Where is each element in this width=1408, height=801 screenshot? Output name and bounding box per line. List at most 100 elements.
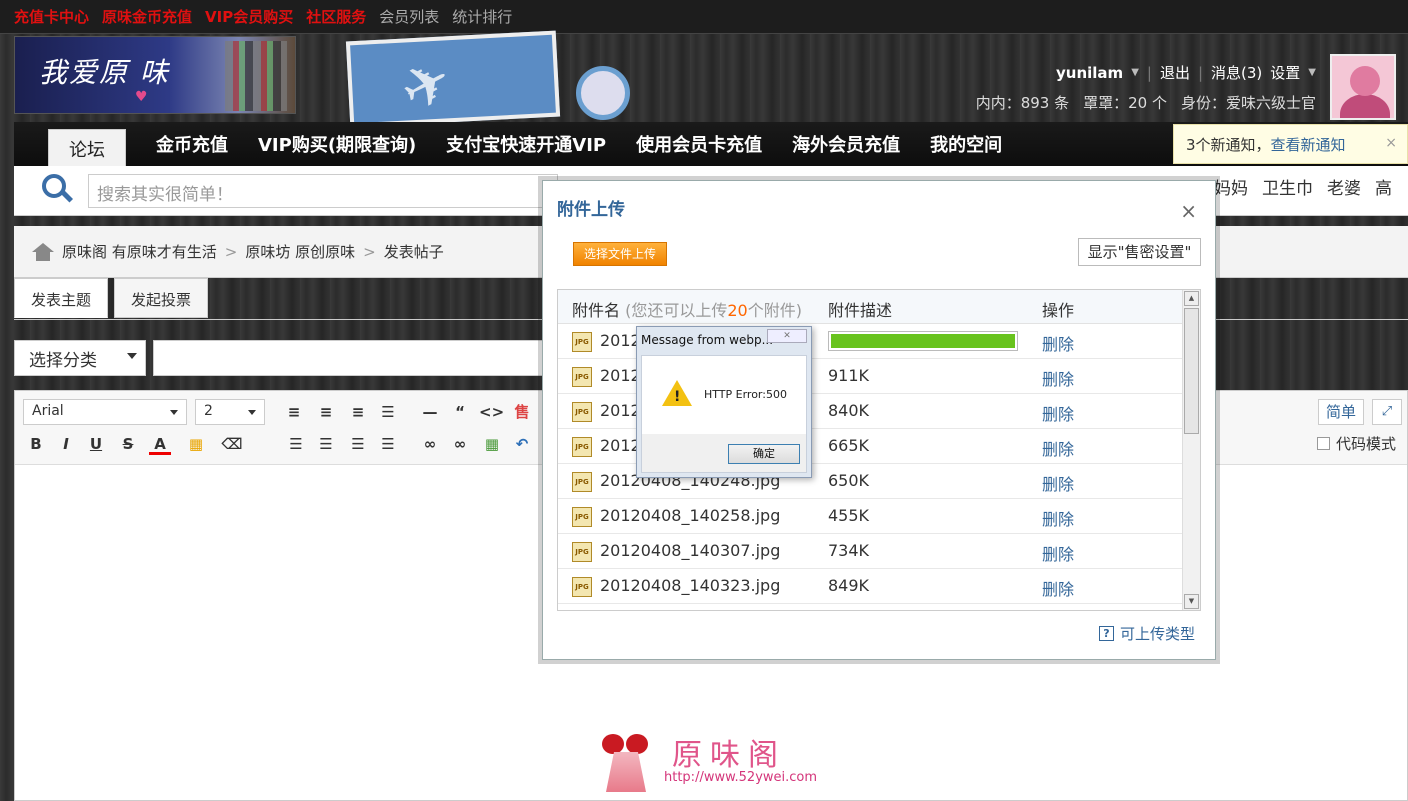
- nav-item-overseas[interactable]: 海外会员充值: [792, 131, 900, 157]
- allowed-types-link[interactable]: ? 可上传类型: [1099, 623, 1195, 644]
- clock-icon: [576, 66, 630, 120]
- avatar[interactable]: [1330, 54, 1396, 120]
- home-icon[interactable]: [32, 242, 54, 261]
- scroll-down-icon[interactable]: ▼: [1184, 594, 1199, 609]
- align-center-icon[interactable]: ≡: [315, 401, 337, 423]
- jpg-file-icon: JPG: [572, 542, 592, 562]
- nav-item-my-space[interactable]: 我的空间: [930, 131, 1002, 157]
- airplane-icon: ✈: [389, 43, 465, 127]
- topbar-link-vip-buy[interactable]: VIP会员购买: [205, 6, 293, 27]
- font-size-select[interactable]: 2: [195, 399, 265, 425]
- jpg-file-icon: JPG: [572, 367, 592, 387]
- delete-link[interactable]: 删除: [1042, 471, 1074, 495]
- search-icon[interactable]: [42, 174, 74, 204]
- unlink-icon[interactable]: ∞: [449, 433, 471, 455]
- fullscreen-icon[interactable]: ⤢: [1372, 399, 1402, 425]
- horizontal-rule-icon[interactable]: —: [419, 401, 441, 423]
- italic-icon[interactable]: I: [55, 433, 77, 455]
- topbar-link-community[interactable]: 社区服务: [306, 6, 366, 27]
- align-left-icon[interactable]: ≡: [283, 401, 305, 423]
- topbar-link-members[interactable]: 会员列表: [379, 6, 439, 27]
- attachment-scrollbar[interactable]: ▲ ▼: [1182, 290, 1200, 610]
- tab-new-poll[interactable]: 发起投票: [114, 278, 209, 318]
- indent-icon[interactable]: ☰: [377, 433, 399, 455]
- attachment-size: 840K: [828, 401, 870, 420]
- topbar-link-card-center[interactable]: 充值卡中心: [14, 6, 89, 27]
- outdent-icon[interactable]: ☰: [347, 433, 369, 455]
- delete-link[interactable]: 删除: [1042, 436, 1074, 460]
- quote-icon[interactable]: “: [449, 401, 471, 423]
- hot-word[interactable]: 高: [1375, 174, 1392, 199]
- strikethrough-icon[interactable]: S: [117, 433, 139, 455]
- delete-link[interactable]: 删除: [1042, 576, 1074, 600]
- site-logo[interactable]: 我爱原 味 ♥: [14, 36, 296, 114]
- attachment-size: 455K: [828, 506, 870, 525]
- upload-progress-bar: [828, 331, 1018, 351]
- tab-new-topic[interactable]: 发表主题: [14, 278, 109, 318]
- unordered-list-icon[interactable]: ☰: [315, 433, 337, 455]
- close-icon[interactable]: ×: [1180, 199, 1197, 223]
- display-sell-settings-button[interactable]: 显示"售密设置": [1078, 238, 1201, 266]
- ok-button[interactable]: 确定: [728, 444, 800, 464]
- delete-link[interactable]: 删除: [1042, 401, 1074, 425]
- hot-word[interactable]: 妈妈: [1214, 174, 1248, 199]
- username-link[interactable]: yunilam: [1056, 64, 1123, 82]
- nav-item-card-recharge[interactable]: 使用会员卡充值: [636, 131, 762, 157]
- logout-link[interactable]: 退出: [1160, 62, 1190, 83]
- simple-mode-button[interactable]: 简单: [1318, 399, 1364, 425]
- topbar-link-stats[interactable]: 统计排行: [452, 6, 512, 27]
- code-mode-label: 代码模式: [1336, 435, 1397, 453]
- attachment-name: 20120408_140323.jpg: [600, 576, 781, 595]
- sell-icon[interactable]: 售: [511, 401, 533, 423]
- attachment-size: 849K: [828, 576, 870, 595]
- settings-link[interactable]: 设置: [1270, 62, 1300, 83]
- nav-item-forum[interactable]: 论坛: [48, 129, 126, 166]
- jpg-file-icon: JPG: [572, 577, 592, 597]
- undo-icon[interactable]: ↶: [511, 433, 533, 455]
- delete-link[interactable]: 删除: [1042, 541, 1074, 565]
- notice-view-link[interactable]: 查看新通知: [1271, 134, 1346, 155]
- nav-item-alipay-vip[interactable]: 支付宝快速开通VIP: [446, 131, 606, 157]
- table-row: JPG 20120408_140258.jpg 455K 删除: [558, 499, 1182, 534]
- font-family-select[interactable]: Arial: [23, 399, 187, 425]
- scroll-thumb[interactable]: [1184, 308, 1199, 434]
- link-icon[interactable]: ∞: [419, 433, 441, 455]
- nav-item-coin-recharge[interactable]: 金币充值: [156, 131, 228, 157]
- help-icon: ?: [1099, 626, 1114, 641]
- select-file-upload-button[interactable]: 选择文件上传: [573, 242, 667, 266]
- background-color-icon[interactable]: ▦: [185, 433, 207, 455]
- table-icon[interactable]: ▦: [481, 433, 503, 455]
- close-icon[interactable]: ✕: [767, 329, 807, 343]
- title-input[interactable]: [153, 340, 553, 376]
- chevron-down-icon[interactable]: ▼: [1131, 67, 1139, 78]
- messages-link[interactable]: 消息(3): [1211, 62, 1262, 83]
- checkbox-icon[interactable]: [1317, 437, 1330, 450]
- watermark-url: http://www.52ywei.com: [664, 770, 818, 785]
- code-mode-toggle[interactable]: 代码模式: [1317, 433, 1396, 454]
- delete-link[interactable]: 删除: [1042, 331, 1074, 355]
- ordered-list-icon[interactable]: ☰: [285, 433, 307, 455]
- topbar-link-coin-recharge[interactable]: 原味金币充值: [102, 6, 192, 27]
- align-justify-icon[interactable]: ☰: [377, 401, 399, 423]
- breadcrumb-separator: >: [363, 242, 376, 261]
- category-select[interactable]: 选择分类: [14, 340, 146, 376]
- bold-icon[interactable]: B: [25, 433, 47, 455]
- code-icon[interactable]: <>: [479, 401, 504, 423]
- breadcrumb-item[interactable]: 原味阁 有原味才有生活: [62, 241, 217, 262]
- eraser-icon[interactable]: ⌫: [221, 433, 243, 455]
- search-input[interactable]: 搜索其实很简单！: [88, 174, 558, 208]
- header-photo: ✈: [345, 30, 561, 128]
- align-right-icon[interactable]: ≡: [347, 401, 369, 423]
- delete-link[interactable]: 删除: [1042, 506, 1074, 530]
- font-color-icon[interactable]: A: [149, 433, 171, 455]
- breadcrumb-item[interactable]: 原味坊 原创原味: [245, 241, 355, 262]
- nav-item-vip-buy[interactable]: VIP购买(期限查询): [258, 131, 416, 157]
- hot-word[interactable]: 老婆: [1327, 174, 1361, 199]
- hot-word[interactable]: 卫生巾: [1262, 174, 1313, 199]
- logo-decoration: [225, 41, 287, 111]
- scroll-up-icon[interactable]: ▲: [1184, 291, 1199, 306]
- close-icon[interactable]: ×: [1385, 135, 1397, 151]
- settings-chevron-icon[interactable]: ▼: [1308, 67, 1316, 78]
- delete-link[interactable]: 删除: [1042, 366, 1074, 390]
- underline-icon[interactable]: U: [85, 433, 107, 455]
